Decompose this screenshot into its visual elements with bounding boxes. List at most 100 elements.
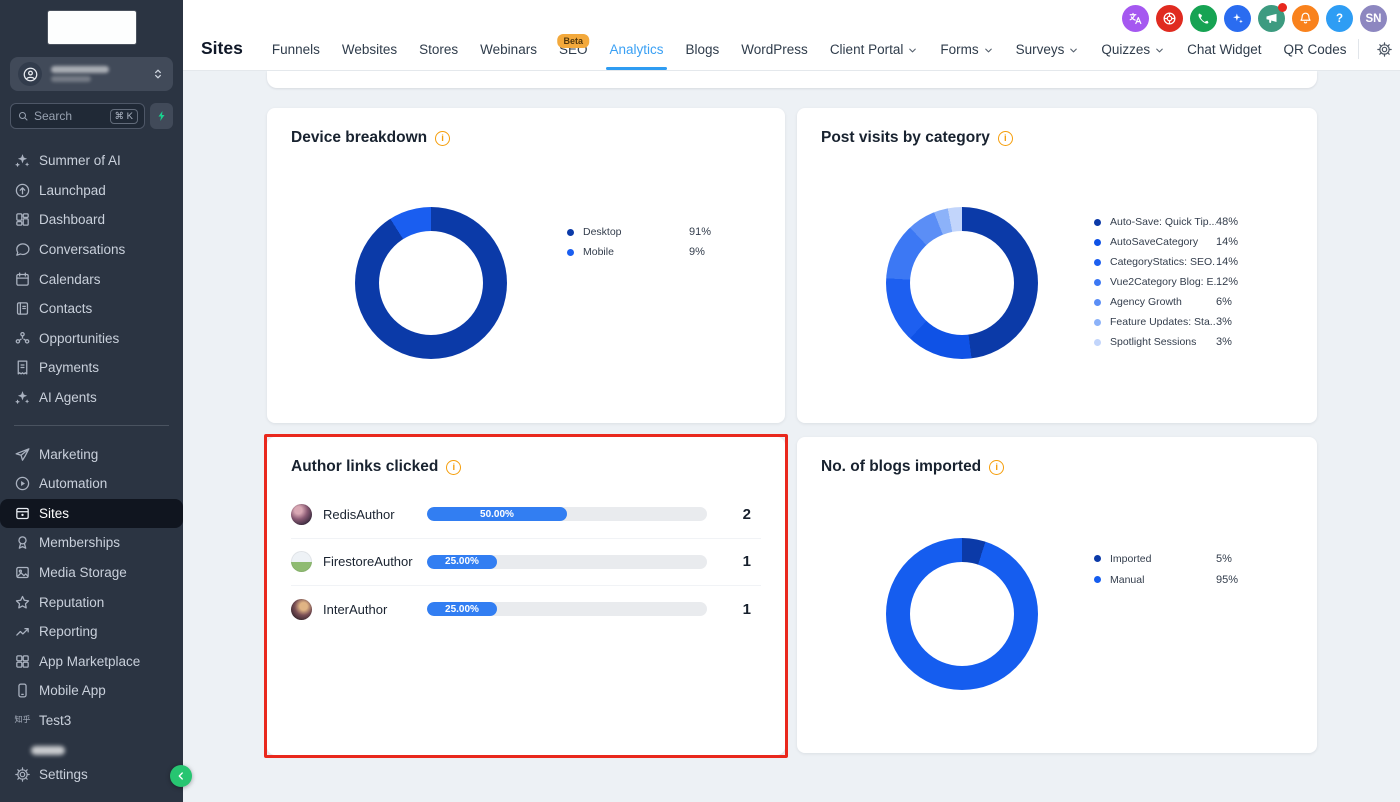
legend-dot [1094, 218, 1101, 226]
author-bar-label: 50.00% [480, 508, 514, 520]
sidebar-item[interactable]: Calendars [0, 264, 183, 294]
tab[interactable]: Websites [331, 42, 408, 70]
info-icon[interactable]: i [989, 459, 1005, 475]
info-icon[interactable]: i [997, 130, 1013, 146]
tab-label: Stores [419, 42, 459, 57]
sidebar-item[interactable]: 知乎 Test3 [0, 706, 183, 736]
tab-label: Forms [940, 42, 979, 57]
author-bar-fill: 25.00% [427, 602, 497, 617]
top-header: ? SN Sites Funnels Websites Stores Webin… [183, 0, 1400, 71]
legend-value: 6% [1216, 296, 1232, 308]
search-input[interactable]: Search ⌘ K [10, 103, 145, 129]
sidebar-item-label: Contacts [39, 301, 93, 317]
author-row: FirestoreAuthor 25.00% 1 [291, 539, 761, 586]
sidebar-item-label: Conversations [39, 242, 126, 258]
tab[interactable]: QR Codes [1272, 42, 1357, 70]
sidebar-item-label: Mobile App [39, 683, 106, 699]
legend-value: 48% [1216, 216, 1239, 228]
legend-dot [1094, 555, 1101, 562]
tab-bar: Sites Funnels Websites Stores Webinars B… [195, 26, 1400, 70]
legend-value: 91% [689, 226, 712, 238]
tab[interactable]: Stores [408, 42, 469, 70]
legend-label: Mobile [583, 246, 614, 258]
sidebar-item[interactable]: Launchpad [0, 176, 183, 206]
sidebar-item-icon [14, 211, 31, 228]
sidebar-item[interactable]: Summer of AI [0, 146, 183, 176]
chevron-down-icon [1154, 45, 1165, 56]
tab[interactable]: Quizzes [1090, 42, 1176, 70]
sidebar-item-icon [14, 475, 31, 492]
tab[interactable]: WordPress [730, 42, 819, 70]
ai-quick-action-button[interactable] [150, 103, 173, 129]
legend-label: Feature Updates: Sta... [1110, 316, 1216, 328]
search-shortcut-badge: ⌘ K [109, 108, 138, 124]
sidebar-item-label: Payments [39, 360, 100, 376]
sidebar-item-label: AI Agents [39, 390, 97, 406]
sidebar-item[interactable]: Marketing [0, 439, 183, 469]
tab[interactable]: Analytics [598, 42, 674, 70]
sidebar-item[interactable]: Media Storage [0, 558, 183, 588]
sidebar-divider [14, 425, 169, 427]
tab[interactable]: Funnels [261, 42, 331, 70]
sidebar-item[interactable]: Memberships [0, 528, 183, 558]
legend-row: Manual 95% [1094, 569, 1238, 590]
page-title: Sites [201, 38, 243, 58]
tab[interactable]: Beta SEO [548, 34, 599, 70]
info-icon[interactable]: i [446, 459, 462, 475]
tab[interactable]: Blogs [675, 42, 731, 70]
legend-row: Desktop 91% [567, 222, 711, 242]
sidebar-item-label: Automation [39, 476, 108, 492]
sidebar-item-icon [14, 534, 31, 551]
sidebar-item-label: Sites [39, 505, 70, 521]
sidebar-item-label: Launchpad [39, 182, 106, 198]
sidebar-item[interactable]: Contacts [0, 294, 183, 324]
info-icon[interactable]: i [435, 130, 451, 146]
sidebar-item[interactable]: Mobile App [0, 676, 183, 706]
legend-row: CategoryStatics: SEO... 14% [1094, 252, 1238, 272]
sidebar-item[interactable]: Sites [0, 498, 183, 529]
sidebar-item-icon [14, 271, 31, 288]
tab[interactable]: Client Portal [819, 42, 930, 70]
sidebar-item-label: Dashboard [39, 212, 106, 228]
sidebar-item[interactable]: App Marketplace [0, 647, 183, 677]
author-row: RedisAuthor 50.00% 2 [291, 491, 761, 539]
author-name: InterAuthor [323, 601, 388, 617]
author-bar-track: 25.00% [427, 554, 707, 569]
tab-label: Client Portal [829, 42, 904, 57]
legend-label: Desktop [583, 226, 622, 238]
tab-label: Quizzes [1101, 42, 1151, 57]
legend-label: Vue2Category Blog: E... [1110, 276, 1216, 288]
sidebar-item[interactable]: Conversations [0, 235, 183, 265]
sidebar-item[interactable]: Automation [0, 469, 183, 499]
post-visits-card: Post visits by category i Auto-Save: Qui… [797, 108, 1317, 423]
legend-value: 9% [689, 246, 705, 258]
sidebar-item-settings[interactable]: Settings [0, 759, 183, 789]
legend-row: AutoSaveCategory 14% [1094, 232, 1238, 252]
account-switcher[interactable] [10, 57, 173, 91]
sidebar-item-icon [14, 330, 31, 347]
sidebar-item-label: App Marketplace [39, 653, 141, 669]
device-breakdown-card: Device breakdown i Desktop 91% Mobile 9% [267, 108, 785, 423]
sidebar-collapse-button[interactable] [170, 765, 192, 787]
tab[interactable]: Webinars [469, 42, 548, 70]
tab-label: Funnels [271, 42, 320, 57]
sidebar-item-icon [14, 152, 31, 169]
sidebar-item[interactable]: Reputation [0, 587, 183, 617]
sidebar-item-icon [14, 742, 31, 759]
post-visits-donut-chart [886, 207, 1038, 359]
tab-label: Chat Widget [1187, 42, 1262, 57]
sidebar-item[interactable]: Dashboard [0, 205, 183, 235]
author-avatar [291, 551, 312, 573]
legend-dot [1094, 298, 1101, 306]
sidebar-item[interactable]: Opportunities [0, 324, 183, 354]
sidebar-item[interactable]: Payments [0, 353, 183, 383]
sites-settings-gear-icon[interactable] [1376, 41, 1393, 58]
tab[interactable]: Forms [929, 42, 1004, 70]
tab-label: Analytics [609, 42, 664, 57]
tab[interactable]: Surveys [1005, 42, 1091, 70]
sidebar-item[interactable]: Reporting [0, 617, 183, 647]
author-bar-label: 25.00% [445, 556, 479, 568]
sidebar-item[interactable]: AI Agents [0, 383, 183, 413]
tab[interactable]: Chat Widget [1176, 42, 1272, 70]
legend-value: 14% [1216, 256, 1239, 268]
